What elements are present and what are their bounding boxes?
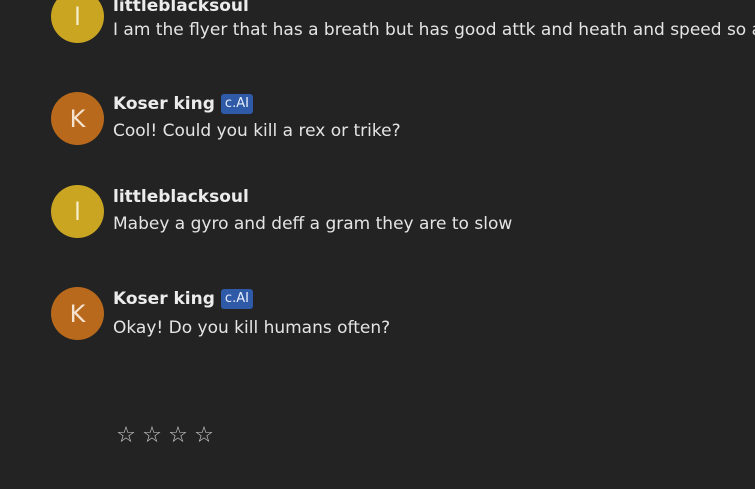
message-header: littleblacksoul [113,186,249,208]
star-icon[interactable]: ☆ [141,423,163,449]
sender-name: littleblacksoul [113,187,249,207]
message-header: Koser king c.AI [113,93,253,115]
chat-message: K Koser king c.AI Okay! Do you kill huma… [51,287,755,347]
star-icon[interactable]: ☆ [167,423,189,449]
chat-message: l littleblacksoul I am the flyer that ha… [51,0,755,50]
avatar[interactable]: l [51,185,104,238]
message-text: Okay! Do you kill humans often? [113,318,391,338]
avatar[interactable]: K [51,287,104,340]
chat-message: l littleblacksoul Mabey a gyro and deff … [51,185,755,245]
message-text: Cool! Could you kill a rex or trike? [113,121,401,141]
message-header: Koser king c.AI [113,288,253,310]
sender-name: Koser king [113,289,215,309]
message-text: Mabey a gyro and deff a gram they are to… [113,214,513,234]
sender-name: littleblacksoul [113,0,249,16]
sender-name: Koser king [113,94,215,114]
chat-message: K Koser king c.AI Cool! Could you kill a… [51,92,755,152]
star-icon[interactable]: ☆ [115,423,137,449]
avatar[interactable]: K [51,92,104,145]
star-icon[interactable]: ☆ [193,423,215,449]
ai-badge: c.AI [220,289,253,309]
message-text: I am the flyer that has a breath but has… [113,20,755,40]
message-header: littleblacksoul [113,0,249,17]
avatar[interactable]: l [51,0,104,43]
ai-badge: c.AI [220,94,253,114]
chat-container: l littleblacksoul I am the flyer that ha… [0,0,755,489]
message-rating: ☆ ☆ ☆ ☆ [115,423,215,449]
